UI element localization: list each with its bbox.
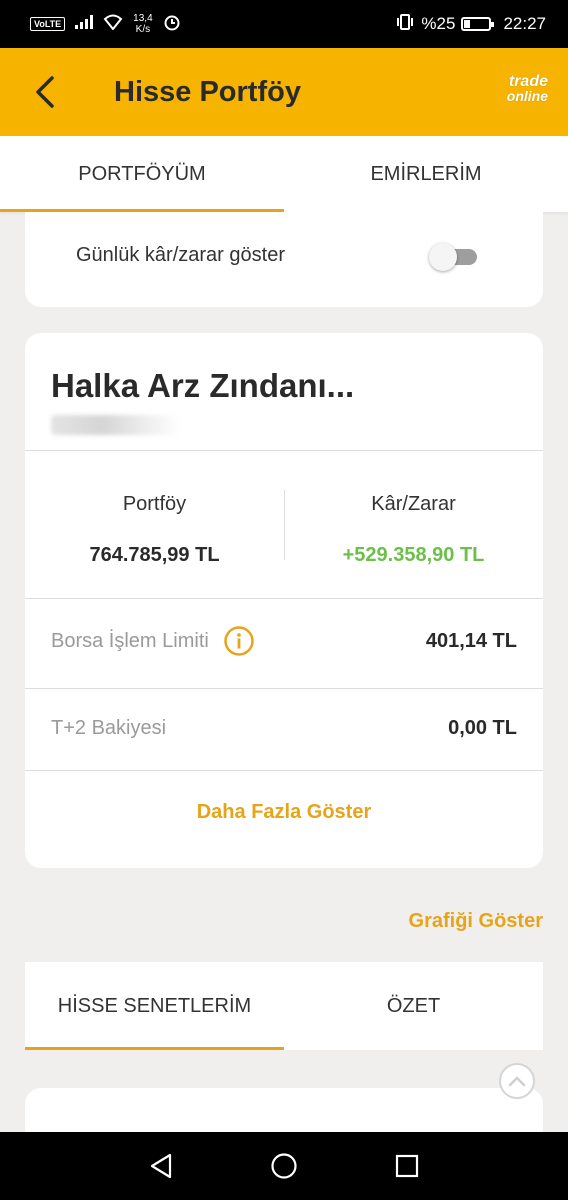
trading-limit-row: Borsa İşlem Limiti 401,14 TL [51,625,517,657]
trading-limit-label: Borsa İşlem Limiti [51,629,209,652]
portfolio-column: Portföy 764.785,99 TL [25,493,284,567]
top-tabs: PORTFÖYÜM EMİRLERİM [0,136,568,212]
account-name: Halka Arz Zındanı... [51,367,355,404]
battery-icon [461,17,495,31]
t2-balance-value: 0,00 TL [448,717,517,739]
divider [25,688,543,689]
wifi-icon [103,14,123,35]
chevron-left-icon [36,76,54,108]
signal-icon [75,14,94,34]
pnl-column: Kâr/Zarar +529.358,90 TL [284,493,543,567]
network-speed: 13,4 K/s [133,13,153,35]
volte-badge: VoLTE [30,17,66,31]
pnl-label: Kâr/Zarar [371,493,456,515]
tab-emirlerim[interactable]: EMİRLERİM [284,136,568,212]
clock: 22:27 [503,14,546,33]
square-recents-icon [395,1154,418,1178]
trading-limit-value: 401,14 TL [425,629,517,652]
chevron-up-icon [508,1076,526,1087]
vibrate-icon [395,13,415,36]
daily-pnl-card: Günlük kâr/zarar göster [25,212,543,307]
tab-hisse-senetlerim[interactable]: HİSSE SENETLERİM [25,962,284,1050]
scroll-to-top-button[interactable] [499,1063,535,1099]
circle-home-icon [271,1153,297,1179]
divider [25,450,543,451]
holdings-tabs: HİSSE SENETLERİM ÖZET [25,962,543,1050]
recents-nav-button[interactable] [387,1146,427,1186]
home-nav-button[interactable] [264,1146,304,1186]
status-bar: VoLTE 13,4 K/s %25 22:27 [0,0,568,48]
pnl-value: +529.358,90 TL [342,544,485,566]
portfolio-label: Portföy [122,493,187,515]
show-chart-link[interactable]: Grafiği Göster [409,910,543,933]
daily-pnl-label: Günlük kâr/zarar göster [76,244,285,266]
portfolio-value: 764.785,99 TL [89,544,220,566]
daily-pnl-toggle[interactable] [429,243,477,271]
tab-ozet[interactable]: ÖZET [284,962,543,1050]
divider [25,770,543,771]
triangle-back-icon [151,1153,172,1179]
account-summary-card: Halka Arz Zındanı... Portföy 764.785,99 … [25,333,543,868]
page-title: Hisse Portföy [114,75,301,108]
divider [25,598,543,599]
t2-balance-label: T+2 Bakiyesi [51,717,167,739]
tab-portfoyum[interactable]: PORTFÖYÜM [0,136,284,212]
alarm-icon [163,13,181,36]
t2-balance-row: T+2 Bakiyesi 0,00 TL [51,717,517,740]
back-button[interactable] [0,48,90,136]
show-more-button[interactable]: Daha Fazla Göster [25,801,543,824]
account-number-redacted [51,415,181,435]
app-header: Hisse Portföy trade online [0,48,568,136]
system-nav-bar [0,1132,568,1200]
battery-percent: %25 [421,14,456,33]
back-nav-button[interactable] [141,1146,181,1186]
info-icon[interactable] [223,625,255,657]
trade-online-logo: trade online [506,73,548,104]
